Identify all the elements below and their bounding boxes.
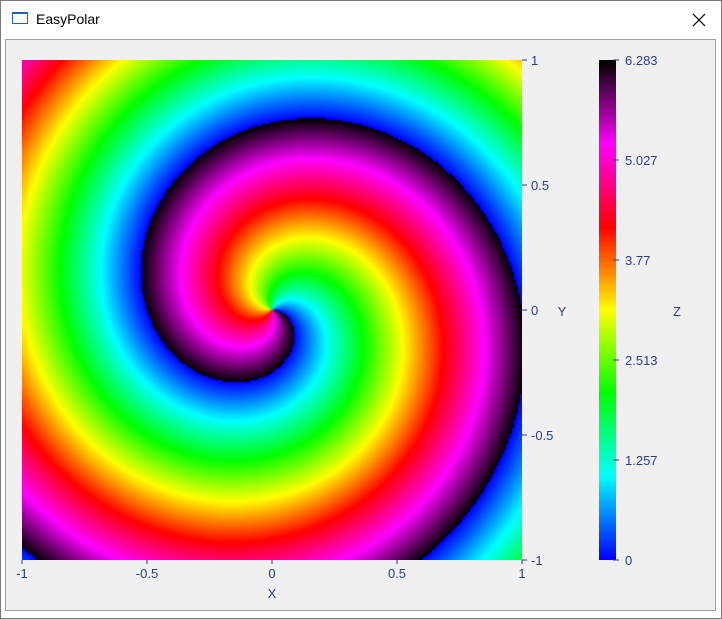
app-window: EasyPolar -1 -0.5 0 0.5 1 1 0.5 0 -0.5 -1 6.283 5… xyxy=(0,0,722,619)
close-button[interactable] xyxy=(677,1,721,39)
window-icon xyxy=(12,12,28,24)
x-axis: -1 -0.5 0 0.5 1 xyxy=(16,560,526,581)
y-tick-label: -0.5 xyxy=(531,428,553,443)
close-icon xyxy=(692,13,706,27)
plot-panel: -1 -0.5 0 0.5 1 1 0.5 0 -0.5 -1 6.283 5.027 3.77 2.… xyxy=(5,39,716,611)
x-tick-label: 0 xyxy=(268,566,275,581)
polar-chart: -1 -0.5 0 0.5 1 1 0.5 0 -0.5 -1 6.283 5.027 3.77 2.… xyxy=(16,53,681,601)
x-axis-title: X xyxy=(268,586,277,601)
heatmap-image xyxy=(22,60,522,560)
x-tick-label: 0.5 xyxy=(388,566,406,581)
z-tick-label: 0 xyxy=(625,553,632,568)
z-tick-label: 6.283 xyxy=(625,53,658,68)
window-title: EasyPolar xyxy=(36,11,100,27)
x-tick-label: -0.5 xyxy=(136,566,158,581)
colorbar-axis: 6.283 5.027 3.77 2.513 1.257 0 xyxy=(613,53,658,568)
y-tick-label: 1 xyxy=(531,53,538,68)
y-axis-title: Y xyxy=(558,304,567,319)
z-tick-label: 2.513 xyxy=(625,353,658,368)
y-tick-label: -1 xyxy=(531,553,543,568)
z-tick-label: 1.257 xyxy=(625,453,658,468)
z-axis-title: Z xyxy=(673,304,681,319)
title-bar[interactable]: EasyPolar xyxy=(1,1,721,39)
y-tick-label: 0 xyxy=(531,303,538,318)
z-tick-label: 3.77 xyxy=(625,253,650,268)
y-axis: 1 0.5 0 -0.5 -1 xyxy=(522,53,553,568)
x-tick-label: -1 xyxy=(16,566,28,581)
x-tick-label: 1 xyxy=(518,566,525,581)
z-tick-label: 5.027 xyxy=(625,153,658,168)
y-tick-label: 0.5 xyxy=(531,178,549,193)
colorbar xyxy=(599,60,616,560)
